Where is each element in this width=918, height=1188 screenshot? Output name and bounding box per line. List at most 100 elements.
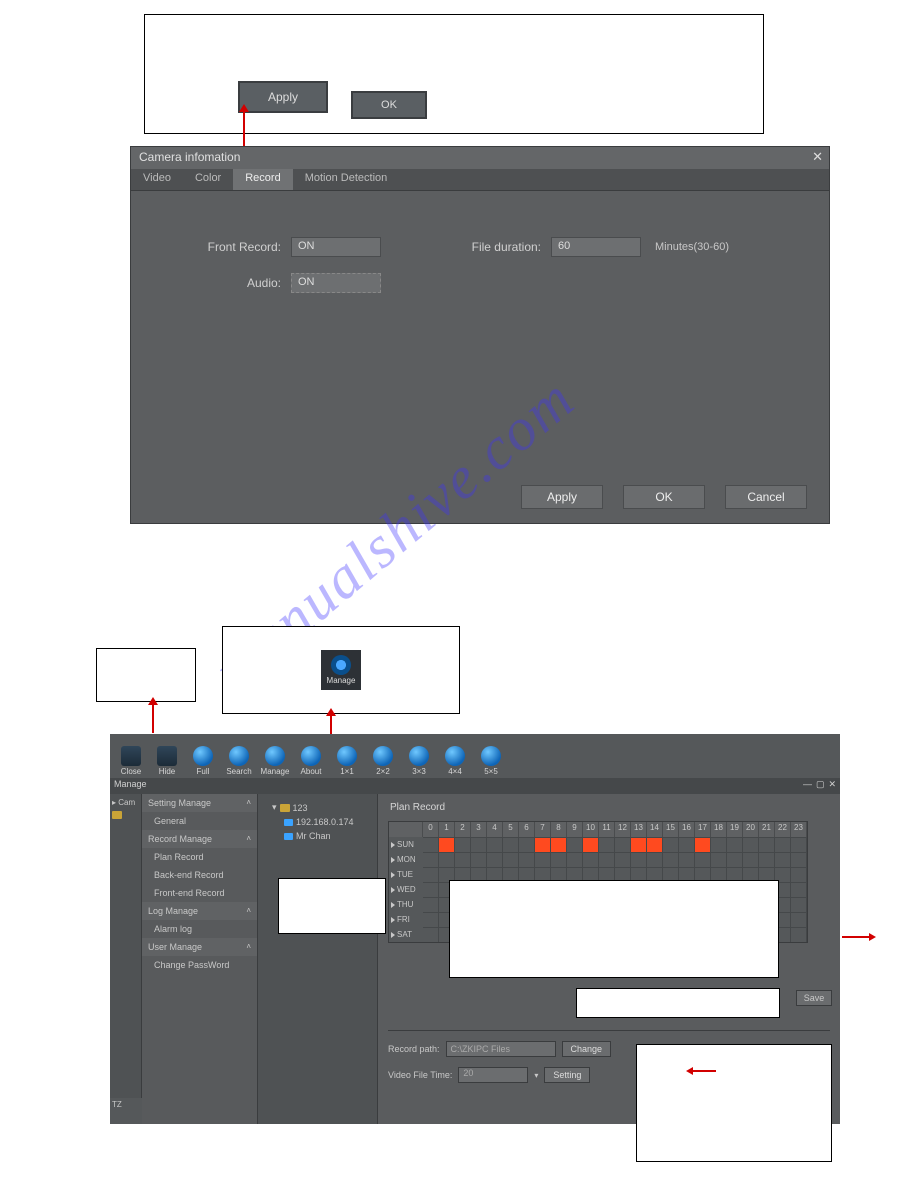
schedule-cell[interactable] [791, 927, 807, 942]
close-icon[interactable]: ✕ [828, 779, 836, 790]
apply-button-chip[interactable]: Apply [238, 81, 328, 113]
schedule-cell[interactable] [471, 837, 487, 852]
schedule-cell[interactable] [663, 852, 679, 867]
toolbar-hide[interactable]: Hide [150, 746, 184, 776]
schedule-cell[interactable] [631, 852, 647, 867]
schedule-cell[interactable] [615, 852, 631, 867]
schedule-cell[interactable] [695, 852, 711, 867]
sidebar-item-plan-record[interactable]: Plan Record [142, 848, 257, 866]
sidebar-item-frontend-record[interactable]: Front-end Record [142, 884, 257, 902]
manage-app-icon[interactable]: Manage [321, 650, 361, 690]
schedule-cell[interactable] [775, 837, 791, 852]
schedule-cell[interactable] [679, 837, 695, 852]
schedule-cell[interactable] [423, 927, 439, 942]
toolbar-about[interactable]: About [294, 746, 328, 776]
maximize-icon[interactable]: ▢ [816, 779, 825, 790]
schedule-cell[interactable] [775, 852, 791, 867]
minimize-icon[interactable]: — [803, 779, 812, 790]
schedule-cell[interactable] [791, 852, 807, 867]
toolbar-grid-2x2[interactable]: 2×2 [366, 746, 400, 776]
schedule-cell[interactable] [583, 837, 599, 852]
sidebar-item-general[interactable]: General [142, 812, 257, 830]
chevron-down-icon[interactable]: ▾ [534, 1071, 538, 1080]
toolbar-grid-5x5[interactable]: 5×5 [474, 746, 508, 776]
audio-select[interactable]: ON [291, 273, 381, 293]
schedule-cell[interactable] [551, 852, 567, 867]
sidebar-header-user-manage[interactable]: User Manage ˄ [142, 938, 257, 956]
schedule-day-label[interactable]: WED [389, 882, 423, 897]
schedule-cell[interactable] [567, 837, 583, 852]
tree-child[interactable]: Mr Chan [262, 829, 373, 843]
ok-button[interactable]: OK [623, 485, 705, 509]
schedule-cell[interactable] [679, 852, 695, 867]
schedule-cell[interactable] [455, 837, 471, 852]
schedule-cell[interactable] [439, 852, 455, 867]
sidebar-header-setting-manage[interactable]: Setting Manage ˄ [142, 794, 257, 812]
schedule-cell[interactable] [727, 837, 743, 852]
schedule-cell[interactable] [423, 837, 439, 852]
schedule-cell[interactable] [711, 837, 727, 852]
schedule-cell[interactable] [455, 852, 471, 867]
schedule-cell[interactable] [439, 837, 455, 852]
schedule-cell[interactable] [791, 897, 807, 912]
schedule-cell[interactable] [487, 837, 503, 852]
schedule-cell[interactable] [791, 867, 807, 882]
schedule-cell[interactable] [727, 852, 743, 867]
schedule-cell[interactable] [423, 867, 439, 882]
tab-record[interactable]: Record [233, 169, 292, 190]
schedule-day-label[interactable]: SAT [389, 927, 423, 942]
schedule-cell[interactable] [743, 837, 759, 852]
schedule-cell[interactable] [647, 852, 663, 867]
schedule-cell[interactable] [567, 852, 583, 867]
schedule-cell[interactable] [615, 837, 631, 852]
tree-root[interactable]: ▾ 123 [262, 800, 373, 815]
toolbar-grid-1x1[interactable]: 1×1 [330, 746, 364, 776]
schedule-cell[interactable] [423, 882, 439, 897]
schedule-cell[interactable] [583, 852, 599, 867]
schedule-cell[interactable] [423, 912, 439, 927]
schedule-cell[interactable] [423, 897, 439, 912]
front-record-select[interactable]: ON [291, 237, 381, 257]
schedule-cell[interactable] [551, 837, 567, 852]
schedule-cell[interactable] [535, 852, 551, 867]
sidebar-item-alarm-log[interactable]: Alarm log [142, 920, 257, 938]
sidebar-header-record-manage[interactable]: Record Manage ˄ [142, 830, 257, 848]
toolbar-search[interactable]: Search [222, 746, 256, 776]
schedule-cell[interactable] [519, 852, 535, 867]
ok-button-chip[interactable]: OK [351, 91, 427, 119]
toolbar-grid-3x3[interactable]: 3×3 [402, 746, 436, 776]
record-path-input[interactable] [446, 1041, 556, 1057]
camera-tree-item[interactable] [112, 811, 139, 821]
schedule-cell[interactable] [791, 912, 807, 927]
sidebar-item-change-password[interactable]: Change PassWord [142, 956, 257, 974]
toolbar-manage[interactable]: Manage [258, 746, 292, 776]
tab-video[interactable]: Video [131, 169, 183, 190]
schedule-cell[interactable] [663, 837, 679, 852]
schedule-cell[interactable] [503, 837, 519, 852]
schedule-cell[interactable] [423, 852, 439, 867]
schedule-day-label[interactable]: MON [389, 852, 423, 867]
setting-button[interactable]: Setting [544, 1067, 590, 1083]
tab-color[interactable]: Color [183, 169, 233, 190]
schedule-cell[interactable] [599, 852, 615, 867]
schedule-cell[interactable] [647, 837, 663, 852]
schedule-cell[interactable] [631, 837, 647, 852]
schedule-cell[interactable] [519, 837, 535, 852]
camera-tree-root[interactable]: ▸ Cam [112, 798, 139, 807]
schedule-cell[interactable] [711, 852, 727, 867]
schedule-day-label[interactable]: SUN [389, 837, 423, 852]
sidebar-header-log-manage[interactable]: Log Manage ˄ [142, 902, 257, 920]
sidebar-item-backend-record[interactable]: Back-end Record [142, 866, 257, 884]
schedule-day-label[interactable]: THU [389, 897, 423, 912]
schedule-cell[interactable] [791, 837, 807, 852]
apply-button[interactable]: Apply [521, 485, 603, 509]
toolbar-full[interactable]: Full [186, 746, 220, 776]
video-file-time-select[interactable]: 20 [458, 1067, 528, 1083]
schedule-cell[interactable] [791, 882, 807, 897]
schedule-day-label[interactable]: TUE [389, 867, 423, 882]
tab-motion-detection[interactable]: Motion Detection [293, 169, 400, 190]
schedule-cell[interactable] [471, 852, 487, 867]
cancel-button[interactable]: Cancel [725, 485, 807, 509]
file-duration-input[interactable]: 60 [551, 237, 641, 257]
schedule-cell[interactable] [743, 852, 759, 867]
